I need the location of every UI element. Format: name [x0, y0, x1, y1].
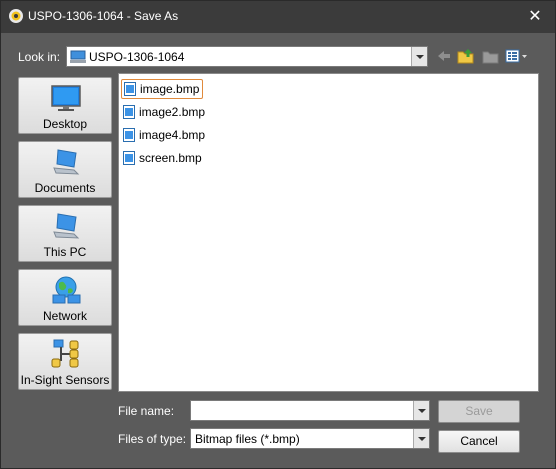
file-name: image2.bmp	[139, 105, 206, 119]
place-in-sight-sensors[interactable]: In-Sight Sensors	[18, 333, 112, 390]
bitmap-file-icon	[123, 128, 135, 142]
file-item[interactable]: image2.bmp	[121, 102, 208, 122]
computer-icon	[70, 50, 86, 63]
look-in-dropdown[interactable]: USPO-1306-1064	[66, 46, 428, 67]
files-of-type-label: Files of type:	[118, 432, 187, 446]
file-name: image.bmp	[140, 82, 200, 96]
place-label: This PC	[43, 245, 87, 259]
title-bar: USPO-1306-1064 - Save As ✕	[1, 1, 555, 33]
file-name-label: File name:	[118, 404, 175, 418]
up-folder-icon[interactable]	[457, 48, 475, 64]
file-name: screen.bmp	[139, 151, 202, 165]
place-label: Network	[42, 309, 87, 323]
new-folder-icon[interactable]	[482, 48, 500, 64]
place-network[interactable]: Network	[18, 269, 112, 326]
file-name: image4.bmp	[139, 128, 206, 142]
bitmap-file-icon	[123, 151, 135, 165]
in-sight-sensors-icon	[51, 339, 79, 368]
file-item[interactable]: screen.bmp	[121, 148, 205, 168]
chevron-down-icon[interactable]	[413, 429, 429, 448]
desktop-icon	[51, 85, 81, 111]
place-desktop[interactable]: Desktop	[18, 77, 112, 134]
bitmap-file-icon	[123, 105, 135, 119]
place-documents[interactable]: Documents	[18, 141, 112, 198]
look-in-label: Look in:	[18, 50, 61, 64]
place-label: Documents	[34, 181, 96, 195]
file-name-input[interactable]	[190, 400, 430, 421]
place-this-pc[interactable]: This PC	[18, 205, 112, 262]
view-menu-icon[interactable]	[505, 48, 529, 64]
look-in-value: USPO-1306-1064	[89, 50, 185, 64]
close-button[interactable]: ✕	[525, 7, 545, 27]
files-of-type-dropdown[interactable]: Bitmap files (*.bmp)	[190, 428, 430, 449]
save-as-dialog: USPO-1306-1064 - Save As ✕ Look in: USPO…	[0, 0, 556, 469]
app-icon	[9, 9, 23, 23]
place-label: In-Sight Sensors	[20, 373, 110, 387]
window-title: USPO-1306-1064 - Save As	[28, 9, 179, 23]
file-item[interactable]: image.bmp	[121, 79, 204, 99]
chevron-down-icon[interactable]	[411, 47, 427, 66]
network-icon	[52, 276, 81, 304]
this-pc-icon	[53, 213, 80, 239]
save-button[interactable]: Save	[438, 400, 520, 423]
place-label: Desktop	[42, 117, 88, 131]
chevron-down-icon[interactable]	[413, 401, 429, 420]
cancel-button[interactable]: Cancel	[438, 430, 520, 453]
bitmap-file-icon	[124, 82, 136, 96]
back-arrow-icon[interactable]	[435, 48, 453, 64]
documents-computer-icon	[53, 149, 80, 175]
file-list[interactable]: image.bmp image2.bmp image4.bmp screen.b…	[118, 73, 539, 392]
files-of-type-value: Bitmap files (*.bmp)	[195, 432, 300, 446]
file-item[interactable]: image4.bmp	[121, 125, 208, 145]
